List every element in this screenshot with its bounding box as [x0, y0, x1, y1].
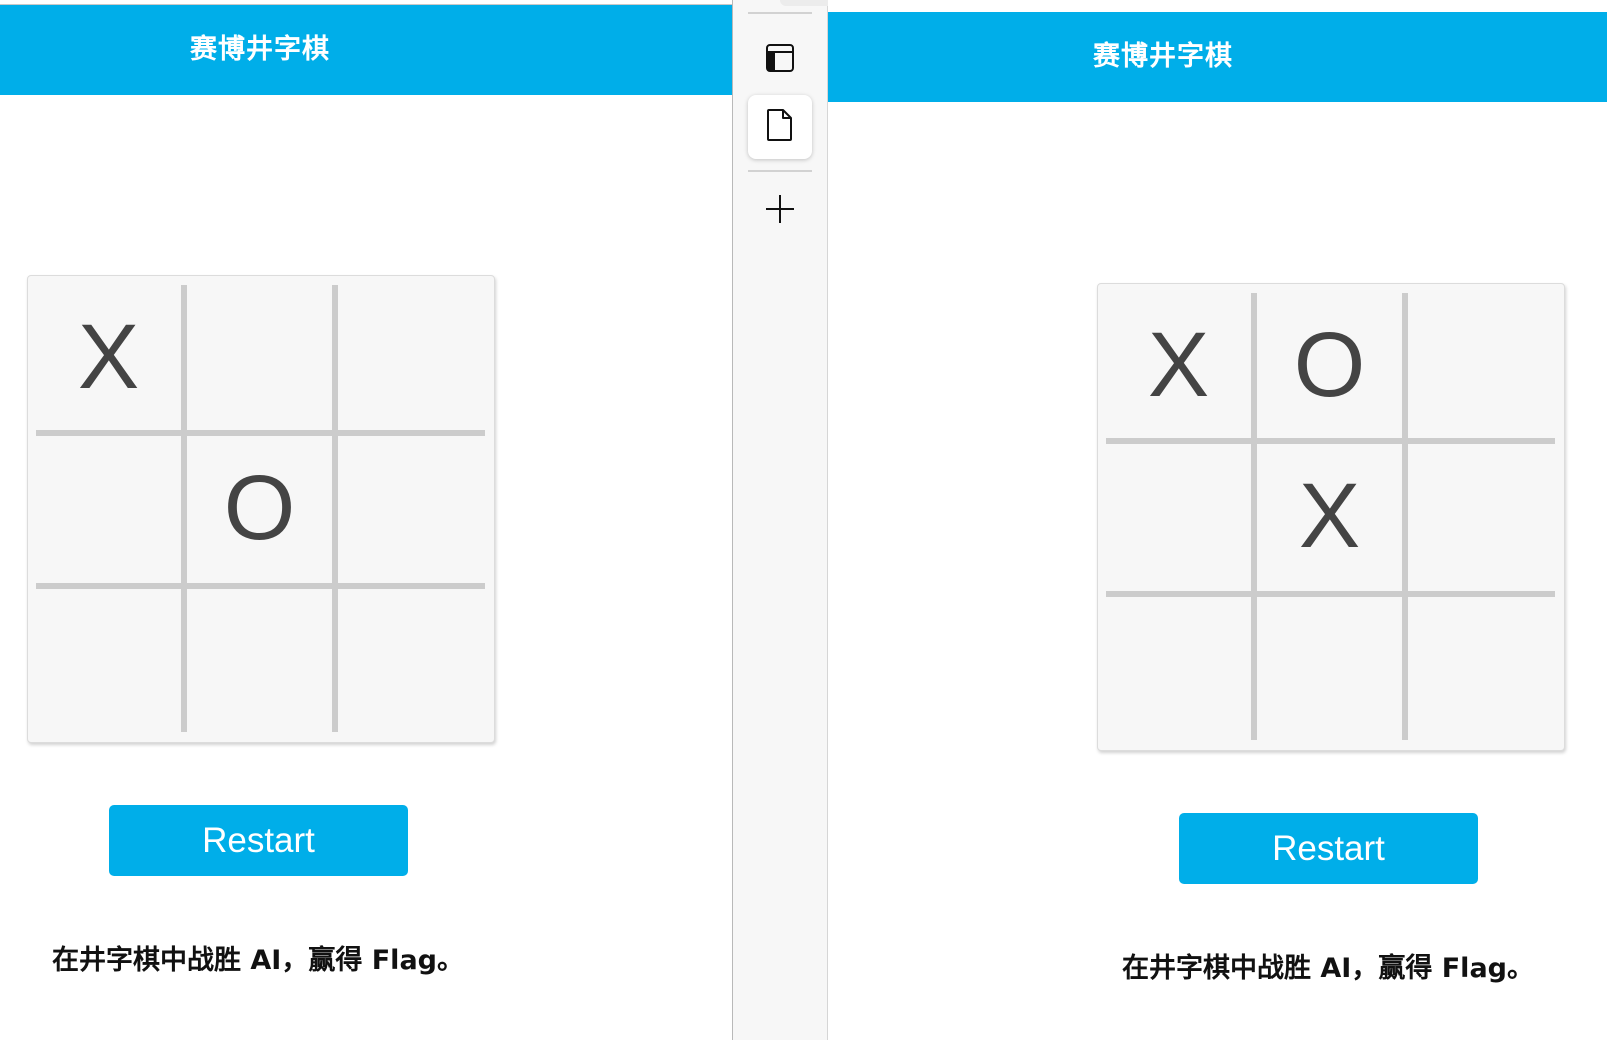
right-board-cell-1[interactable]: X	[1106, 293, 1251, 438]
document-tab-button[interactable]	[748, 95, 812, 159]
right-board-cell-2[interactable]: O	[1257, 293, 1402, 438]
right-board-cell-5[interactable]: X	[1257, 444, 1402, 589]
left-board-cell-9[interactable]	[338, 589, 483, 734]
left-board-cell-7[interactable]	[36, 589, 181, 734]
left-instruction-text: 在井字棋中战胜 AI，赢得 Flag。	[52, 945, 464, 976]
left-board-cell-3[interactable]	[338, 285, 483, 430]
left-board-cell-8[interactable]	[187, 589, 332, 734]
left-board-cell-2[interactable]	[187, 285, 332, 430]
right-instruction-text: 在井字棋中战胜 AI，赢得 Flag。	[1122, 953, 1534, 984]
left-board-cell-1[interactable]: X	[36, 285, 181, 430]
left-game-board: X O	[27, 275, 495, 743]
right-board-cell-6[interactable]	[1408, 444, 1553, 589]
left-board-cell-5[interactable]: O	[187, 436, 332, 581]
right-board-cell-8[interactable]	[1257, 597, 1402, 742]
right-board-cell-3[interactable]	[1408, 293, 1553, 438]
split-view-button[interactable]	[748, 28, 812, 92]
split-view-icon	[765, 43, 795, 77]
left-header-bar: 赛博井字棋	[0, 4, 732, 95]
sidebar-divider	[748, 12, 812, 14]
right-restart-button[interactable]: Restart	[1179, 813, 1478, 884]
right-page-title: 赛博井字棋	[1093, 41, 1233, 72]
left-board-cell-6[interactable]	[338, 436, 483, 581]
right-board-cell-9[interactable]	[1408, 597, 1553, 742]
left-board-cell-4[interactable]	[36, 436, 181, 581]
sidebar-divider	[748, 170, 812, 172]
screen: 赛博井字棋 X O Restart 在井字棋中战胜 AI，赢得 Flag。 赛博…	[0, 0, 1607, 1040]
document-icon	[766, 108, 794, 146]
left-game-pane: 赛博井字棋 X O Restart 在井字棋中战胜 AI，赢得 Flag。	[0, 0, 732, 1040]
right-board-cell-7[interactable]	[1106, 597, 1251, 742]
right-game-pane: 赛博井字棋 X O X Restart 在井字棋中战胜 AI，赢得 Flag。	[828, 0, 1607, 1040]
browser-side-panel	[732, 0, 828, 1040]
right-board-cell-4[interactable]	[1106, 444, 1251, 589]
right-header-bar: 赛博井字棋	[828, 12, 1607, 102]
left-page-title: 赛博井字棋	[190, 34, 330, 65]
right-game-board: X O X	[1097, 283, 1565, 751]
plus-icon	[764, 193, 796, 229]
left-restart-button[interactable]: Restart	[109, 805, 408, 876]
add-tab-button[interactable]	[748, 179, 812, 243]
